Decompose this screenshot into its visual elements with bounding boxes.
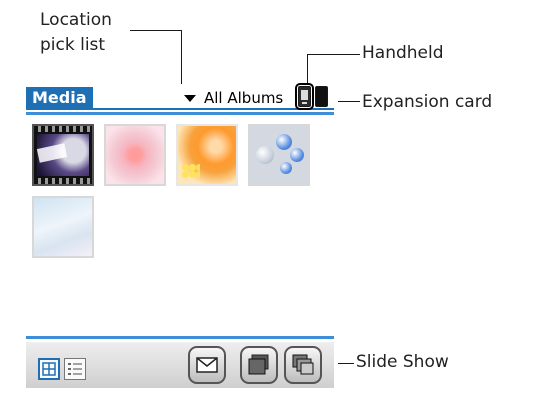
callout-location-pick-list-line1: Location (40, 10, 112, 30)
list-view-icon (68, 363, 82, 375)
bottom-divider (26, 336, 334, 339)
location-pick-list[interactable]: All Albums (204, 88, 283, 108)
leader-line-location-h (130, 30, 182, 31)
callout-expansion-card: Expansion card (362, 92, 493, 112)
slide-show-button[interactable] (284, 346, 322, 384)
folder-icon (248, 354, 269, 375)
bottom-toolbar (26, 342, 334, 388)
slide-show-icon (292, 354, 314, 375)
list-view-button[interactable] (64, 358, 86, 380)
album-button[interactable] (240, 346, 278, 384)
send-button[interactable] (188, 346, 226, 384)
thumbnail-view-button[interactable] (38, 358, 60, 380)
callout-location-pick-list-line2: pick list (40, 35, 106, 55)
callout-handheld: Handheld (362, 43, 444, 63)
thumbnail-marias-story[interactable] (32, 124, 94, 186)
leader-line-handheld-v (307, 54, 308, 87)
thumbnail-blue-bubbles[interactable] (248, 124, 310, 186)
handheld-icon[interactable] (295, 83, 314, 110)
location-pick-list-arrow-icon[interactable] (184, 95, 196, 102)
app-title[interactable]: Media (26, 87, 93, 109)
leader-line-location-v (181, 30, 182, 88)
thumbnail-light-blue-abstract[interactable] (32, 196, 94, 258)
envelope-icon (196, 357, 218, 373)
top-divider (26, 112, 334, 115)
expansion-card-icon[interactable] (315, 86, 328, 107)
grid-view-icon (42, 362, 56, 376)
thumbnail-orange-flowers[interactable] (176, 124, 238, 186)
media-app-screen: Media All Albums (22, 83, 338, 390)
title-bar: Media All Albums (26, 83, 334, 110)
callout-slide-show: Slide Show (356, 352, 449, 372)
leader-line-handheld-h (307, 54, 360, 55)
title-underline (26, 108, 334, 110)
thumbnail-pink-rose[interactable] (104, 124, 166, 186)
